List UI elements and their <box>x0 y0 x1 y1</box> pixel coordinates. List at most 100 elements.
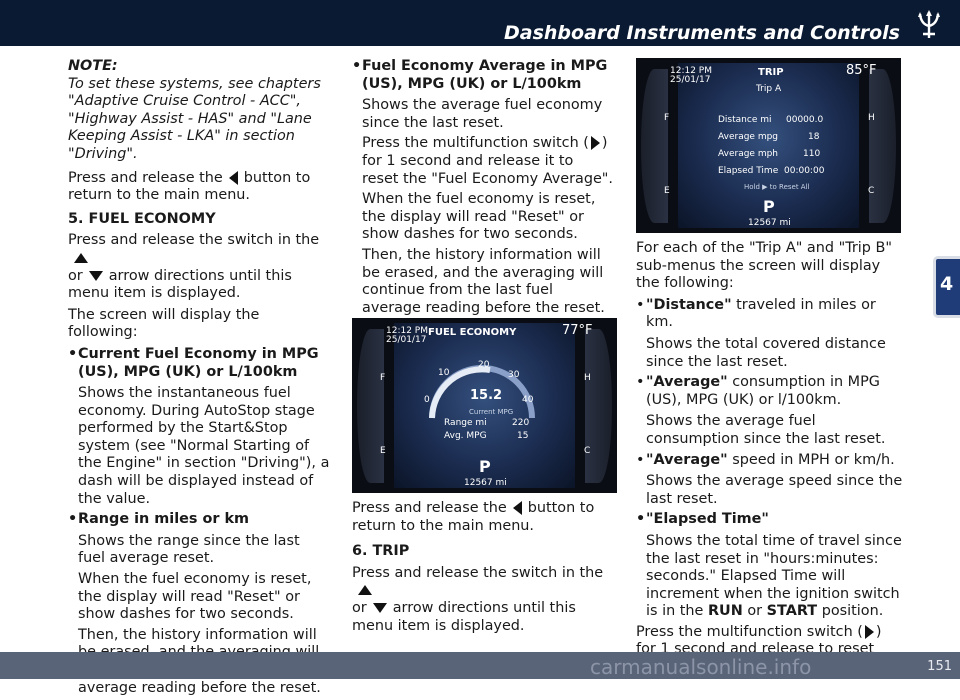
bullet-fuel-average: Fuel Economy Average in MPG (US), MPG (U… <box>352 58 614 93</box>
position-text: position. <box>821 603 884 620</box>
range-label: Range mi <box>444 418 487 428</box>
average-speed-desc: Shows the average speed since the last r… <box>646 473 903 507</box>
right-arrow-icon <box>864 624 874 639</box>
left-arrow-icon <box>228 170 238 185</box>
date: 25/01/17 <box>386 335 427 345</box>
scale-10: 10 <box>438 368 450 378</box>
bullet-range-p2: When the fuel economy is reset, the disp… <box>78 571 312 623</box>
elapsed-time-value: 00:00:00 <box>784 166 825 176</box>
fuel-gauge <box>357 328 384 483</box>
switch-text: Press and release the switch in the <box>68 232 320 249</box>
bullet-fuel-average-p1: Shows the average fuel economy since the… <box>362 97 603 131</box>
distance-item-label: "Distance" <box>646 296 732 313</box>
range-value: 220 <box>512 418 530 428</box>
bullet-current-fuel-text: Shows the instantaneous fuel economy. Du… <box>78 385 330 507</box>
temp-hot-mark: H <box>868 113 875 123</box>
start-label: START <box>766 603 818 620</box>
down-arrow-icon <box>88 270 103 281</box>
average-mpg-label: Average mpg <box>718 132 779 142</box>
screen-title: FUEL ECONOMY <box>428 327 517 338</box>
up-arrow-icon <box>358 585 372 596</box>
trident-logo-icon <box>918 10 940 38</box>
current-mpg-value: 15.2 <box>470 388 503 403</box>
press-text-2: Press and release the <box>352 500 507 516</box>
temp-cold-mark: C <box>584 446 591 456</box>
switch-text-2: Press and release the switch in the <box>352 564 604 581</box>
temp-hot-mark: H <box>584 373 591 383</box>
reset-hint: Hold ▶ to Reset All <box>744 183 810 191</box>
average-consumption-desc: Shows the average fuel consumption since… <box>646 413 886 447</box>
date: 25/01/17 <box>670 75 711 85</box>
scale-20: 20 <box>478 360 490 370</box>
column-2: Fuel Economy Average in MPG (US), MPG (U… <box>352 58 614 320</box>
fuel-economy-display: 12:12 PM 25/01/17 FUEL ECONOMY 77°F 0 10… <box>352 318 617 493</box>
elapsed-time-item: "Elapsed Time" <box>636 511 904 529</box>
fuel-full-mark: F <box>380 373 386 383</box>
scale-30: 30 <box>508 370 520 380</box>
bullet-range-p1: Shows the range since the last fuel aver… <box>78 532 300 567</box>
distance-value: 00000.0 <box>786 115 824 125</box>
gear-indicator: P <box>479 457 491 476</box>
outside-temp: 77°F <box>562 323 593 338</box>
note-text: To set these systems, see chapters "Adap… <box>68 75 321 162</box>
trip-display: 12:12 PM 25/01/17 TRIP Trip A 85°F Dista… <box>636 58 901 233</box>
trip-intro: For each of the "Trip A" and "Trip B" su… <box>636 240 892 292</box>
fuel-empty-mark: E <box>380 446 386 456</box>
footer-bar: carmanualsonline.info 151 <box>0 652 960 679</box>
section-heading-fuel: 5. FUEL ECONOMY <box>68 210 216 227</box>
temp-gauge <box>585 328 612 483</box>
average-mpg-value: 18 <box>808 132 820 142</box>
or-text-2: or <box>352 599 367 616</box>
column-1: NOTE: To set these systems, see chapters… <box>68 58 330 700</box>
run-label: RUN <box>707 603 743 620</box>
average-consumption-label: "Average" <box>646 374 728 391</box>
outside-temp: 85°F <box>846 63 877 78</box>
scale-0: 0 <box>424 395 430 405</box>
fuel-empty-mark: E <box>664 186 670 196</box>
left-arrow-icon <box>512 501 522 515</box>
avg-mpg-value: 15 <box>517 431 529 441</box>
down-arrow-icon <box>372 602 387 613</box>
screen-title: TRIP <box>758 67 784 78</box>
current-mpg-label: Current MPG <box>469 408 514 416</box>
scale-40: 40 <box>522 395 534 405</box>
average-mph-label: Average mph <box>718 149 779 159</box>
avg-mpg-label: Avg. MPG <box>444 431 487 441</box>
section-heading-trip: 6. TRIP <box>352 543 410 560</box>
note-label: NOTE: <box>68 58 118 74</box>
gear-indicator: P <box>763 197 775 216</box>
header-bar: Dashboard Instruments and Controls <box>0 0 960 46</box>
press-text: Press and release the <box>68 169 223 186</box>
average-speed-text: speed in MPH or km/h. <box>732 451 895 468</box>
bullet-current-fuel: Current Fuel Economy in MPG (US), MPG (U… <box>68 346 330 381</box>
average-mph-value: 110 <box>803 149 821 159</box>
chapter-tab[interactable]: 4 <box>933 256 960 318</box>
or-text: or <box>68 267 83 284</box>
page-title: Dashboard Instruments and Controls <box>503 22 900 44</box>
column-3: For each of the "Trip A" and "Trip B" su… <box>636 240 904 681</box>
fuel-full-mark: F <box>664 113 670 123</box>
odometer: 12567 mi <box>748 218 791 228</box>
fuel-gauge <box>641 68 668 223</box>
bullet-fuel-average-p4: Then, the history information will be er… <box>362 246 605 316</box>
column-2-lower: Press and release the button to return to… <box>352 500 614 639</box>
screen-intro: The screen will display the following: <box>68 306 260 341</box>
odometer: 12567 mi <box>464 478 507 488</box>
final-text: Press the multifunction switch ( <box>636 623 863 640</box>
chapter-number: 4 <box>940 273 954 295</box>
bullet-fuel-average-p3: When the fuel economy is reset, the disp… <box>362 191 596 243</box>
average-speed-label: "Average" <box>646 451 728 468</box>
multifunction-text: Press the multifunction switch ( <box>362 135 589 152</box>
distance-label: Distance mi <box>718 115 772 125</box>
right-arrow-icon <box>590 136 600 151</box>
distance-item-desc: Shows the total covered distance since t… <box>646 335 886 370</box>
temp-cold-mark: C <box>868 186 875 196</box>
page-number: 151 <box>927 659 952 674</box>
or-text-3: or <box>747 603 763 620</box>
temp-gauge <box>869 68 896 223</box>
watermark: carmanualsonline.info <box>590 655 812 679</box>
trip-subtitle: Trip A <box>756 84 782 94</box>
bullet-range: Range in miles or km <box>68 511 330 529</box>
up-arrow-icon <box>74 252 88 263</box>
elapsed-time-label: Elapsed Time <box>718 166 779 176</box>
